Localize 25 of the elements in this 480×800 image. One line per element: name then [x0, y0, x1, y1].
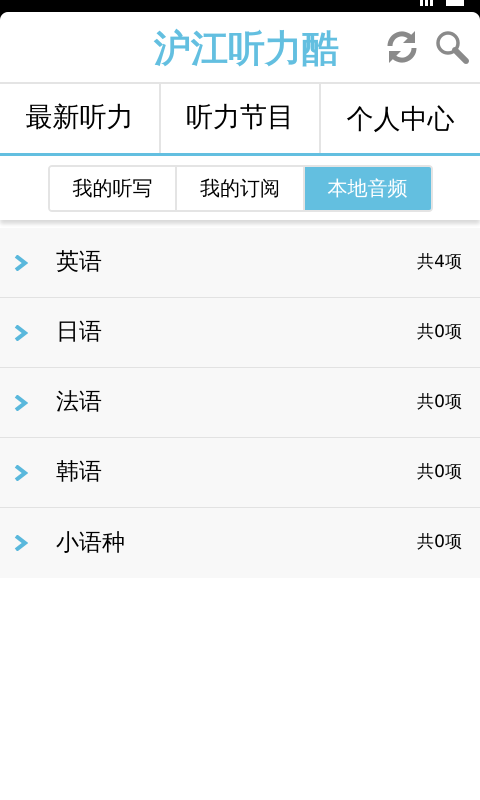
chevron-icon	[14, 535, 28, 551]
chevron-icon	[14, 464, 28, 480]
category-name: 法语	[56, 388, 102, 418]
category-name: 韩语	[56, 458, 102, 488]
category-row[interactable]: 韩语 共0项	[0, 438, 480, 508]
search-icon	[435, 30, 469, 64]
category-row[interactable]: 日语 共0项	[0, 298, 480, 368]
category-row[interactable]: 小语种 共0项	[0, 508, 480, 578]
app-title: 沪江听力酷	[154, 25, 339, 72]
category-row[interactable]: 英语 共4项	[0, 228, 480, 298]
battery-icon	[446, 0, 464, 6]
item-count: 共0项	[417, 390, 462, 414]
item-count: 共4项	[417, 250, 462, 274]
chevron-icon	[14, 324, 28, 340]
segment-tab[interactable]: 我的听写	[50, 166, 178, 210]
item-count: 共0项	[417, 320, 462, 344]
category-name: 日语	[56, 318, 102, 348]
category-name: 英语	[56, 248, 102, 278]
category-row[interactable]: 法语 共0项	[0, 368, 480, 438]
category-name: 小语种	[56, 528, 125, 558]
chevron-icon	[14, 394, 28, 410]
item-count: 共0项	[417, 460, 462, 484]
item-count: 共0项	[417, 531, 462, 554]
chevron-icon	[14, 254, 28, 270]
refresh-icon	[385, 29, 419, 65]
